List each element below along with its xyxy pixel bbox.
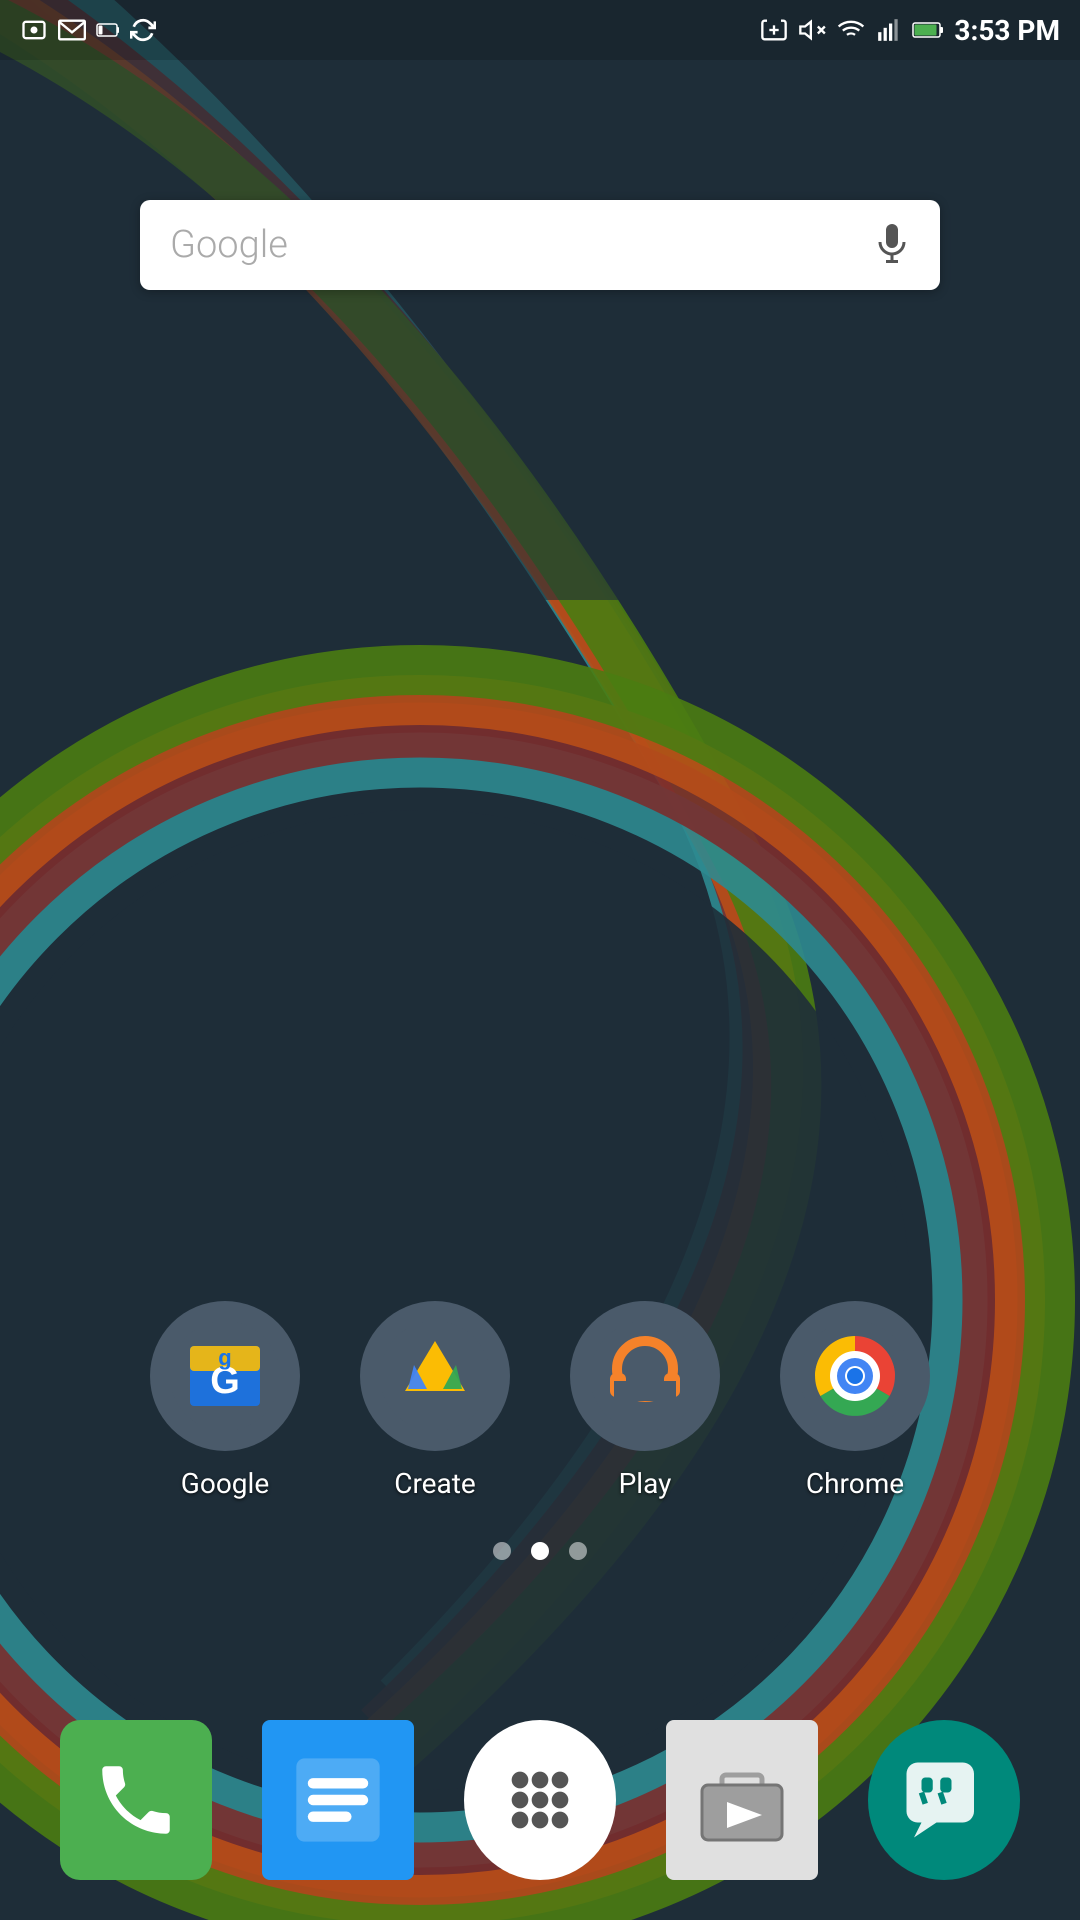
status-bar: 3:53 PM (0, 0, 1080, 60)
page-dot-2[interactable] (531, 1542, 549, 1560)
battery-icon (912, 20, 944, 40)
mic-icon[interactable] (874, 222, 910, 268)
dock-hangouts[interactable] (868, 1720, 1020, 1880)
dock-playstore[interactable] (666, 1720, 818, 1880)
wifi-icon (836, 16, 866, 44)
page-indicators (0, 1542, 1080, 1560)
app-chrome-label: Chrome (806, 1467, 904, 1500)
app-play-label: Play (619, 1467, 672, 1500)
app-google-label: Google (181, 1467, 269, 1500)
refresh-icon (130, 17, 156, 43)
search-placeholder: Google (170, 223, 874, 267)
dock-messages[interactable] (262, 1720, 414, 1880)
nfc-icon (760, 16, 788, 44)
dock (0, 1720, 1080, 1880)
app-create[interactable]: Create (360, 1301, 510, 1500)
mute-icon (798, 16, 826, 44)
app-chrome[interactable]: Chrome (780, 1301, 930, 1500)
app-create-label: Create (394, 1467, 476, 1500)
battery-low-icon (96, 22, 120, 38)
status-time: 3:53 PM (954, 14, 1060, 47)
dock-phone[interactable] (60, 1720, 212, 1880)
signal-icon (876, 17, 902, 43)
app-play[interactable]: Play (570, 1301, 720, 1500)
status-left-icons (20, 16, 156, 44)
svg-text:g: g (218, 1345, 231, 1370)
app-google[interactable]: G g Google (150, 1301, 300, 1500)
search-bar[interactable]: Google (140, 200, 940, 290)
status-right-icons: 3:53 PM (760, 14, 1060, 47)
photo-icon (20, 16, 48, 44)
page-dot-1[interactable] (493, 1542, 511, 1560)
app-icons-row: G g Google Create (0, 1301, 1080, 1500)
gmail-icon (58, 19, 86, 41)
dock-launcher[interactable] (464, 1720, 616, 1880)
page-dot-3[interactable] (569, 1542, 587, 1560)
